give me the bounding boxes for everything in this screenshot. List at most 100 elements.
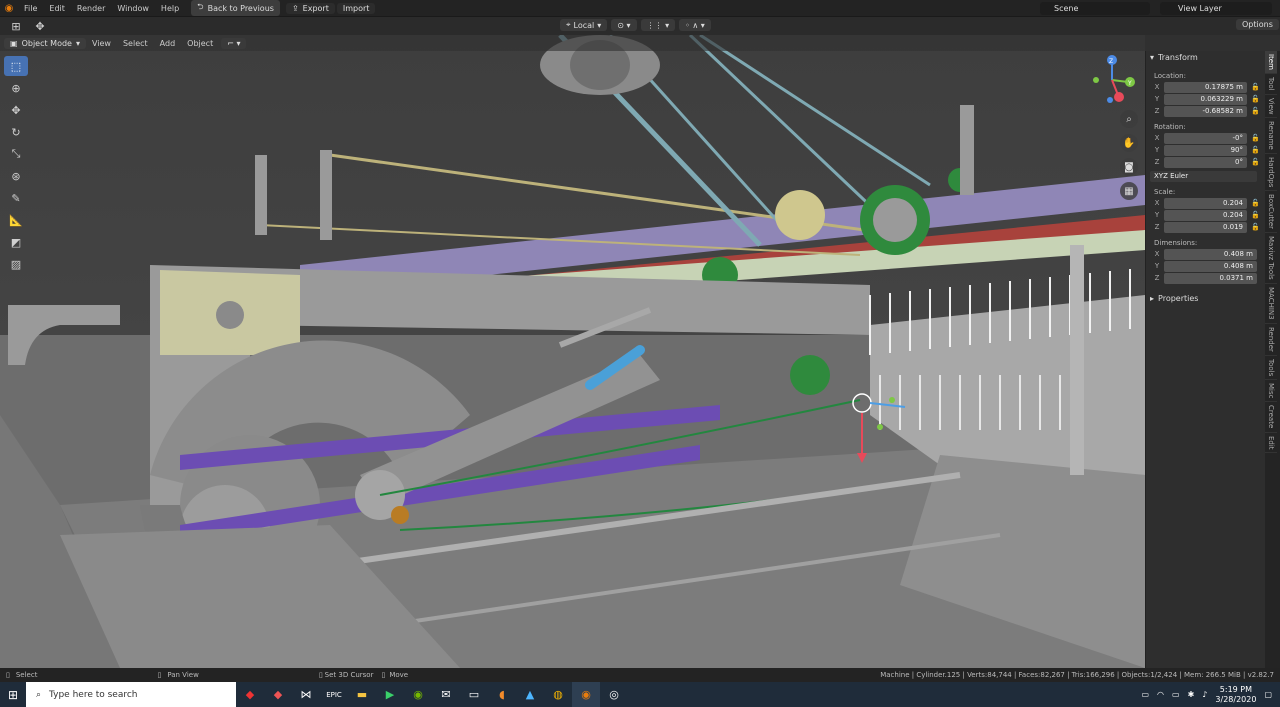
zoom-icon[interactable]: ⌕ [1120,110,1138,128]
terminal-icon[interactable]: ▭ [460,682,488,707]
lock-icon[interactable]: 🔓 [1251,83,1261,91]
tab-view[interactable]: View [1265,95,1277,119]
tab-item[interactable]: Item [1265,51,1277,74]
grid-view-icon[interactable]: ▦ [1120,182,1138,200]
visual-studio-icon[interactable]: ⋈ [292,682,320,707]
play-icon[interactable]: ▶ [376,682,404,707]
measure-icon[interactable]: 📐 [4,210,28,230]
3d-viewport[interactable]: ▣ Object Mode ▾ View Select Add Object ⌐ … [0,35,1145,668]
rotate-icon[interactable]: ↻ [4,122,28,142]
menu-select[interactable]: Select [117,39,154,48]
slice-icon[interactable]: ▨ [4,254,28,274]
menu-object[interactable]: Object [181,39,219,48]
volume-icon[interactable]: ♪ [1202,690,1207,699]
import-button[interactable]: Import [336,2,376,14]
editor-type-icon[interactable]: ⊞ [4,16,28,36]
move-icon[interactable]: ✥ [4,100,28,120]
clock[interactable]: 5:19 PM 3/28/2020 [1215,685,1256,705]
scale-z-field[interactable]: 0.019 [1164,221,1247,233]
lock-icon[interactable]: 🔓 [1251,107,1261,115]
lock-icon[interactable]: 🔓 [1251,134,1261,142]
location-y-field[interactable]: 0.063229 m [1164,93,1247,105]
taskbar-search-box[interactable]: ⌕ Type here to search [26,682,236,707]
tab-boxcutter[interactable]: BoxCutter [1265,191,1277,234]
menu-view[interactable]: View [86,39,117,48]
object-mode-dropdown[interactable]: ▣ Object Mode ▾ [4,37,86,49]
menu-file[interactable]: File [18,4,43,13]
scale-icon[interactable]: ⤡ [4,144,28,164]
file-explorer-icon[interactable]: ▬ [348,682,376,707]
shading-dropdown[interactable]: ⌐ ▾ [221,37,247,49]
tab-tool[interactable]: Tool [1265,74,1277,95]
mail-icon[interactable]: ✉ [432,682,460,707]
windows-start-icon[interactable]: ⊞ [0,682,26,707]
location-z-field[interactable]: -0.68582 m [1164,105,1247,117]
tab-maxivz-tools[interactable]: Maxivz Tools [1265,233,1277,284]
scale-y-field[interactable]: 0.204 [1164,209,1247,221]
tab-create[interactable]: Create [1265,402,1277,433]
wifi-icon[interactable]: ◠ [1157,690,1164,699]
scene-selector[interactable]: Scene [1040,2,1150,15]
app-orange-icon[interactable]: ◖ [488,682,516,707]
rotation-y-field[interactable]: 90° [1164,144,1247,156]
pan-hand-icon[interactable]: ✋ [1120,134,1138,152]
transform-orientation-dropdown[interactable]: ⌖ Local ▾ [560,19,608,31]
dimensions-z-field[interactable]: 0.0371 m [1164,272,1257,284]
proportional-edit-toggle[interactable]: ◦ ∧ ▾ [679,19,711,31]
app-circle-icon[interactable]: ◎ [600,682,628,707]
menu-add[interactable]: Add [154,39,182,48]
app-triangle-icon[interactable]: ▲ [516,682,544,707]
camera-icon[interactable]: ◙ [1120,158,1138,176]
taskview-icon[interactable]: ▭ [1141,690,1149,699]
location-x-field[interactable]: 0.17875 m [1164,81,1247,93]
add-cube-icon[interactable]: ◩ [4,232,28,252]
transform-section-header[interactable]: ▾ Transform [1146,51,1265,64]
menu-window[interactable]: Window [111,4,155,13]
options-dropdown[interactable]: Options [1236,19,1279,30]
tab-tools[interactable]: Tools [1265,356,1277,380]
rotation-z-field[interactable]: 0° [1164,156,1247,168]
lock-icon[interactable]: 🔓 [1251,199,1261,207]
properties-section-header[interactable]: ▸ Properties [1146,292,1265,305]
bluetooth-icon[interactable]: ✱ [1188,690,1195,699]
view-layer-selector[interactable]: View Layer [1160,2,1272,15]
annotate-icon[interactable]: ✎ [4,188,28,208]
pivot-dropdown[interactable]: ⊙ ▾ [611,19,637,31]
network-icon[interactable]: ▭ [1172,690,1180,699]
scale-x-field[interactable]: 0.204 [1164,197,1247,209]
epic-games-icon[interactable]: EPIC [320,682,348,707]
tab-misc[interactable]: Misc [1265,380,1277,403]
rotation-x-field[interactable]: -0° [1164,132,1247,144]
app-icon-red[interactable]: ◆ [236,682,264,707]
export-button[interactable]: ⇪ Export [285,2,335,14]
chrome-icon[interactable]: ◍ [544,682,572,707]
snap-toggle[interactable]: ⋮⋮ ▾ [640,19,676,31]
navigation-gizmo[interactable]: Z Y [1090,55,1140,110]
notifications-icon[interactable]: ▢ [1264,690,1272,699]
blender-logo-icon[interactable]: ◉ [0,0,18,17]
transform-icon[interactable]: ⊛ [4,166,28,186]
menu-edit[interactable]: Edit [43,4,71,13]
rotation-mode-dropdown[interactable]: XYZ Euler [1150,170,1257,182]
menu-help[interactable]: Help [155,4,185,13]
lock-icon[interactable]: 🔓 [1251,146,1261,154]
lock-icon[interactable]: 🔓 [1251,223,1261,231]
tab-machin3[interactable]: MACHIN3 [1265,284,1277,324]
back-to-previous-button[interactable]: ⮌ Back to Previous [191,0,280,16]
nvidia-icon[interactable]: ◉ [404,682,432,707]
menu-render[interactable]: Render [71,4,111,13]
app-icon-red-2[interactable]: ◆ [264,682,292,707]
dimensions-x-field[interactable]: 0.408 m [1164,248,1257,260]
tab-render[interactable]: Render [1265,324,1277,356]
select-box-icon[interactable]: ⬚ [4,56,28,76]
blender-icon[interactable]: ◉ [572,682,600,707]
cursor-icon[interactable]: ⊕ [4,78,28,98]
transform-pivot-icon[interactable]: ✥ [28,16,52,36]
dimensions-y-field[interactable]: 0.408 m [1164,260,1257,272]
tab-hardops[interactable]: HardOps [1265,154,1277,192]
tab-edit[interactable]: Edit [1265,433,1277,454]
tab-rename[interactable]: Rename [1265,118,1277,154]
lock-icon[interactable]: 🔓 [1251,158,1261,166]
lock-icon[interactable]: 🔓 [1251,211,1261,219]
lock-icon[interactable]: 🔓 [1251,95,1261,103]
